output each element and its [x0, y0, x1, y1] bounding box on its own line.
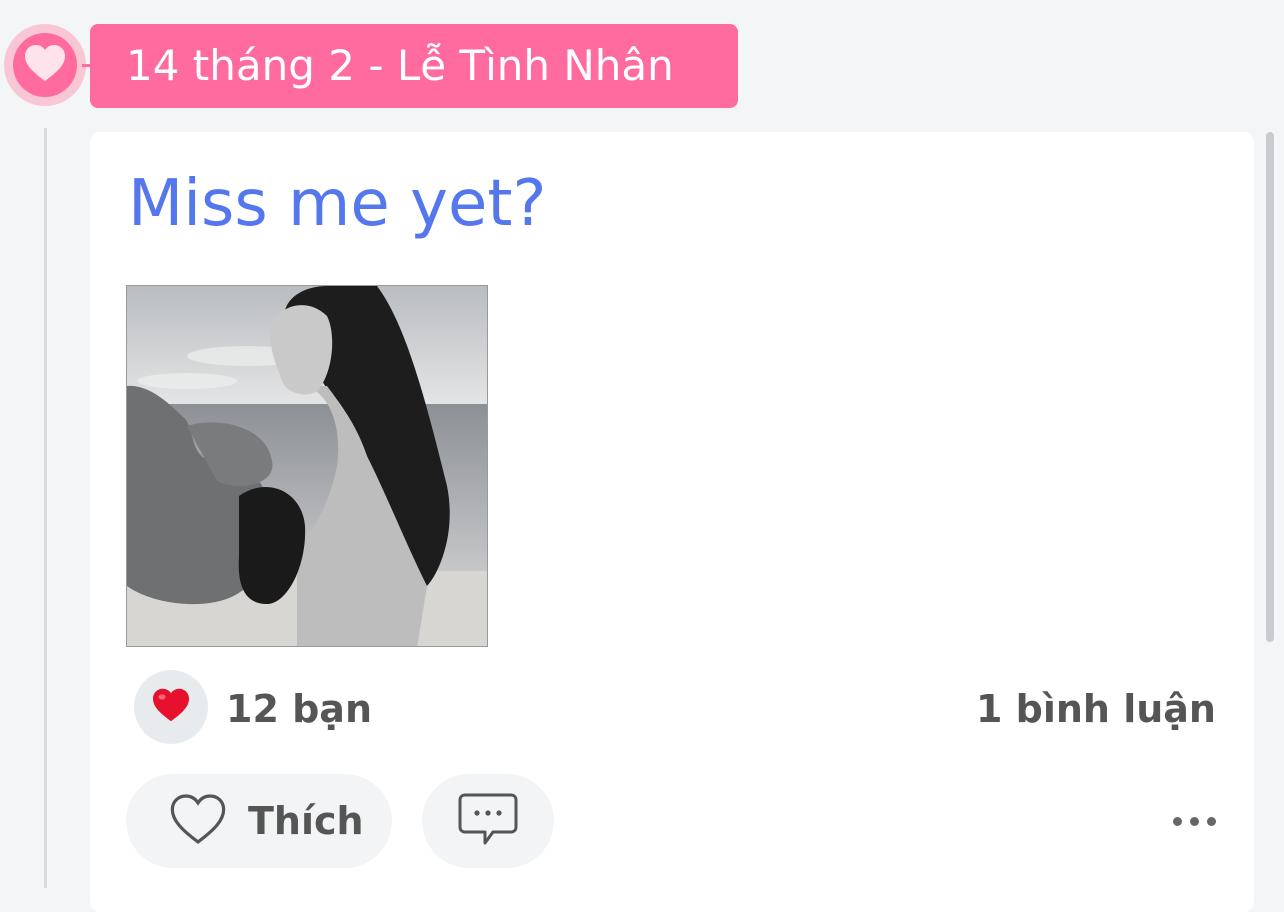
- post-title[interactable]: Miss me yet?: [128, 162, 546, 246]
- red-heart-emoji-icon: [151, 687, 191, 727]
- timeline-line: [44, 128, 47, 888]
- like-button[interactable]: Thích: [126, 774, 392, 868]
- more-options-button[interactable]: [1164, 806, 1224, 836]
- more-dot: [1189, 816, 1199, 826]
- timeline-marker: [4, 24, 86, 106]
- heart-icon: [23, 43, 67, 87]
- reaction-badge[interactable]: [134, 670, 208, 744]
- more-dot: [1206, 816, 1216, 826]
- likes-count[interactable]: 12 bạn: [226, 684, 372, 734]
- post-card: Miss me yet? 12 bạn 1 bình luận Thích: [90, 132, 1254, 912]
- like-label: Thích: [248, 799, 364, 843]
- comment-icon: [457, 791, 519, 851]
- comment-button[interactable]: [422, 774, 554, 868]
- date-tag: 14 tháng 2 - Lễ Tình Nhân: [90, 24, 738, 108]
- photo-image: [127, 286, 487, 646]
- comments-count[interactable]: 1 bình luận: [976, 684, 1216, 734]
- heart-outline-icon: [168, 792, 228, 850]
- more-dot: [1172, 816, 1182, 826]
- post-photo[interactable]: [126, 285, 488, 647]
- scrollbar[interactable]: [1266, 132, 1274, 642]
